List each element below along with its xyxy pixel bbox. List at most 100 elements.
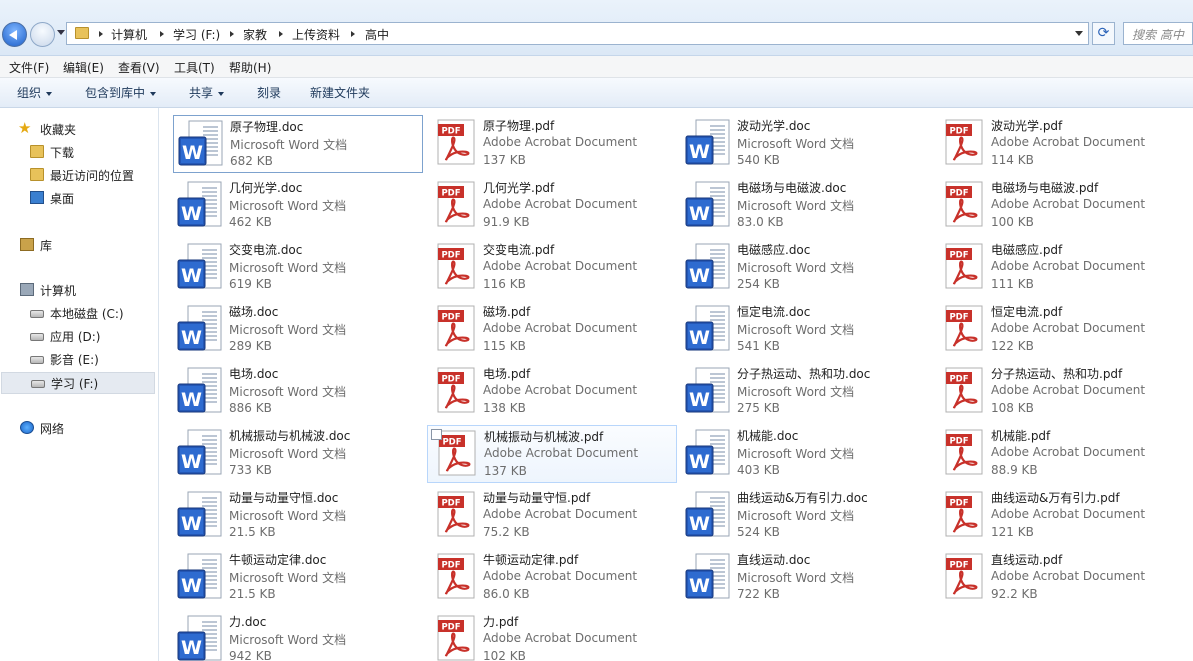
file-item[interactable]: W 力.doc Microsoft Word 文档 942 KB (173, 611, 423, 661)
recent-pages-dropdown-icon[interactable] (57, 30, 65, 35)
nav-network-label: 网络 (40, 422, 65, 436)
file-item[interactable]: W 原子物理.doc Microsoft Word 文档 682 KB (173, 115, 423, 173)
file-name: 恒定电流.pdf (991, 305, 1063, 319)
breadcrumb-separator-icon[interactable] (279, 31, 283, 37)
svg-text:W: W (689, 203, 710, 225)
file-item[interactable]: PDF 原子物理.pdf Adobe Acrobat Document 137 KB (427, 115, 677, 173)
pdf-file-icon: PDF (938, 366, 986, 416)
breadcrumb-separator-icon[interactable] (351, 31, 355, 37)
file-item[interactable]: W 磁场.doc Microsoft Word 文档 289 KB (173, 301, 423, 359)
file-size: 682 KB (230, 154, 273, 168)
pdf-file-icon: PDF (938, 428, 986, 478)
file-item[interactable]: W 恒定电流.doc Microsoft Word 文档 541 KB (681, 301, 931, 359)
file-item[interactable]: PDF 波动光学.pdf Adobe Acrobat Document 114 KB (935, 115, 1185, 173)
nav-drive-e[interactable]: 影音 (E:) (24, 349, 154, 369)
file-size: 75.2 KB (483, 525, 530, 539)
file-name: 机械能.doc (737, 429, 799, 443)
file-item[interactable]: PDF 机械能.pdf Adobe Acrobat Document 88.9 KB (935, 425, 1185, 483)
file-item[interactable]: PDF 直线运动.pdf Adobe Acrobat Document 92.2 KB (935, 549, 1185, 607)
file-item[interactable]: W 曲线运动&万有引力.doc Microsoft Word 文档 524 KB (681, 487, 931, 545)
file-item[interactable]: PDF 动量与动量守恒.pdf Adobe Acrobat Document 75.2… (427, 487, 677, 545)
breadcrumb-separator-icon[interactable] (160, 31, 164, 37)
word-document-icon: W (176, 242, 224, 292)
nav-network[interactable]: 网络 (14, 418, 154, 438)
nav-drive-f[interactable]: 学习 (F:) (1, 372, 155, 394)
file-item[interactable]: PDF 磁场.pdf Adobe Acrobat Document 115 KB (427, 301, 677, 359)
back-button[interactable] (2, 22, 27, 47)
refresh-button[interactable]: ⟳ (1092, 22, 1115, 45)
word-document-icon: W (684, 118, 732, 168)
menu-file[interactable]: 文件(F) (9, 59, 49, 76)
address-box[interactable]: 计算机 学习 (F:) 家教 上传资料 高中 (66, 22, 1089, 45)
svg-text:W: W (181, 203, 202, 225)
file-item[interactable]: PDF 交变电流.pdf Adobe Acrobat Document 116 KB (427, 239, 677, 297)
search-input[interactable]: 搜索 高中 (1123, 22, 1193, 45)
file-item[interactable]: PDF 几何光学.pdf Adobe Acrobat Document 91.9 KB (427, 177, 677, 235)
file-size: 111 KB (991, 277, 1034, 291)
computer-icon (20, 283, 34, 296)
include-in-library-button[interactable]: 包含到库中 (85, 84, 157, 101)
share-button[interactable]: 共享 (189, 84, 225, 101)
file-item[interactable]: W 机械能.doc Microsoft Word 文档 403 KB (681, 425, 931, 483)
select-checkbox[interactable] (431, 429, 442, 440)
breadcrumb-separator-icon[interactable] (230, 31, 234, 37)
nav-drive-c[interactable]: 本地磁盘 (C:) (24, 303, 154, 323)
breadcrumb-drive-f[interactable]: 学习 (F:) (173, 26, 220, 43)
file-item[interactable]: W 几何光学.doc Microsoft Word 文档 462 KB (173, 177, 423, 235)
breadcrumb-gaozhong[interactable]: 高中 (365, 26, 389, 43)
file-type: Microsoft Word 文档 (737, 323, 855, 337)
file-item[interactable]: W 机械振动与机械波.doc Microsoft Word 文档 733 KB (173, 425, 423, 483)
forward-button[interactable] (30, 22, 55, 47)
file-size: 540 KB (737, 153, 780, 167)
file-item[interactable]: PDF 电磁感应.pdf Adobe Acrobat Document 111 KB (935, 239, 1185, 297)
svg-text:PDF: PDF (441, 313, 460, 323)
breadcrumb-computer[interactable]: 计算机 (111, 26, 147, 43)
nav-recent-places[interactable]: 最近访问的位置 (24, 165, 154, 185)
breadcrumb-upload[interactable]: 上传资料 (292, 26, 340, 43)
nav-favorites[interactable]: ★ 收藏夹 (14, 119, 154, 139)
nav-libraries[interactable]: 库 (14, 235, 154, 255)
nav-drive-d[interactable]: 应用 (D:) (24, 326, 154, 346)
menu-tools[interactable]: 工具(T) (174, 59, 215, 76)
file-item[interactable]: W 直线运动.doc Microsoft Word 文档 722 KB (681, 549, 931, 607)
file-item[interactable]: PDF 牛顿运动定律.pdf Adobe Acrobat Document 86.0 … (427, 549, 677, 607)
address-history-dropdown-icon[interactable] (1075, 31, 1083, 36)
file-size: 137 KB (483, 153, 526, 167)
file-item[interactable]: W 电场.doc Microsoft Word 文档 886 KB (173, 363, 423, 421)
file-size: 121 KB (991, 525, 1034, 539)
file-item[interactable]: W 动量与动量守恒.doc Microsoft Word 文档 21.5 KB (173, 487, 423, 545)
chevron-down-icon (218, 91, 225, 96)
file-type: Microsoft Word 文档 (737, 261, 855, 275)
file-size: 115 KB (483, 339, 526, 353)
file-item[interactable]: W 牛顿运动定律.doc Microsoft Word 文档 21.5 KB (173, 549, 423, 607)
new-folder-button[interactable]: 新建文件夹 (310, 84, 370, 101)
file-item[interactable]: PDF 力.pdf Adobe Acrobat Document 102 KB (427, 611, 677, 661)
menu-view[interactable]: 查看(V) (118, 59, 160, 76)
file-item[interactable]: PDF 曲线运动&万有引力.pdf Adobe Acrobat Document 12… (935, 487, 1185, 545)
organize-label: 组织 (17, 86, 42, 100)
breadcrumb-separator-icon[interactable] (99, 31, 103, 37)
file-item[interactable]: W 分子热运动、热和功.doc Microsoft Word 文档 275 KB (681, 363, 931, 421)
file-item[interactable]: PDF 电场.pdf Adobe Acrobat Document 138 KB (427, 363, 677, 421)
file-item[interactable]: W 交变电流.doc Microsoft Word 文档 619 KB (173, 239, 423, 297)
file-name: 分子热运动、热和功.doc (737, 367, 871, 381)
file-item[interactable]: PDF 机械振动与机械波.pdf Adobe Acrobat Document 137… (427, 425, 677, 483)
nav-downloads[interactable]: 下载 (24, 142, 154, 162)
menu-edit[interactable]: 编辑(E) (63, 59, 104, 76)
burn-button[interactable]: 刻录 (257, 84, 281, 101)
file-item[interactable]: PDF 恒定电流.pdf Adobe Acrobat Document 122 KB (935, 301, 1185, 359)
organize-button[interactable]: 组织 (17, 84, 53, 101)
nav-desktop[interactable]: 桌面 (24, 188, 154, 208)
nav-computer[interactable]: 计算机 (14, 280, 154, 300)
file-item[interactable]: PDF 分子热运动、热和功.pdf Adobe Acrobat Document 10… (935, 363, 1185, 421)
menu-help[interactable]: 帮助(H) (229, 59, 271, 76)
file-size: 108 KB (991, 401, 1034, 415)
file-item[interactable]: W 电磁场与电磁波.doc Microsoft Word 文档 83.0 KB (681, 177, 931, 235)
file-type: Adobe Acrobat Document (483, 507, 638, 521)
file-item[interactable]: W 电磁感应.doc Microsoft Word 文档 254 KB (681, 239, 931, 297)
word-document-icon: W (684, 552, 732, 602)
svg-text:W: W (181, 575, 202, 597)
file-item[interactable]: W 波动光学.doc Microsoft Word 文档 540 KB (681, 115, 931, 173)
file-item[interactable]: PDF 电磁场与电磁波.pdf Adobe Acrobat Document 100 … (935, 177, 1185, 235)
breadcrumb-jiajiao[interactable]: 家教 (243, 26, 267, 43)
